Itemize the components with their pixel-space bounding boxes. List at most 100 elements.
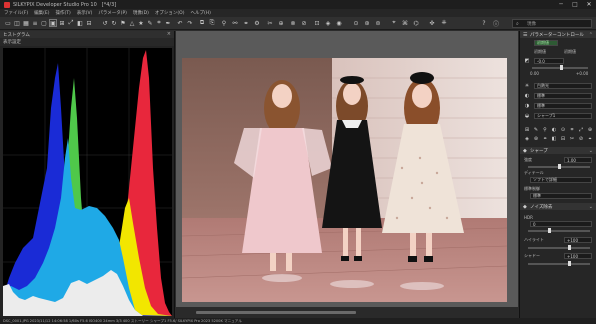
tab-right[interactable]: 初期値 (564, 49, 576, 55)
view-compare-icon[interactable]: ▣ (49, 19, 57, 27)
search-box[interactable]: ⌕ 現像 (512, 19, 592, 28)
tool-grid-16-icon[interactable]: ⌖ (587, 136, 593, 142)
tool-grid-11-icon[interactable]: ⚭ (542, 136, 548, 142)
tool-grid-6-icon[interactable]: ⌗ (569, 127, 575, 133)
tool-p-icon[interactable]: ⌘ (401, 19, 409, 27)
tool-k-icon[interactable]: ◉ (335, 19, 343, 27)
tool-l-icon[interactable]: ⊙ (352, 19, 360, 27)
tool-m-icon[interactable]: ⊛ (363, 19, 371, 27)
exposure-slider-knob[interactable] (560, 65, 563, 70)
menu-view[interactable]: 表示(V) (77, 10, 93, 16)
tool-grid-4-icon[interactable]: ◐ (551, 127, 557, 133)
color-dropdown[interactable]: 標準 (534, 103, 592, 109)
grid-icon[interactable]: ▦ (22, 19, 30, 27)
highlight-slider-knob[interactable] (568, 245, 571, 250)
tool-s-icon[interactable]: ⎈ (440, 19, 448, 27)
noise-dropdown[interactable]: 標準 (530, 193, 592, 199)
brush-icon[interactable]: ✎ (146, 19, 154, 27)
tool-grid-15-icon[interactable]: ⊘ (578, 136, 584, 142)
folder-icon[interactable]: ▭ (4, 19, 12, 27)
tool-grid-5-icon[interactable]: ⊙ (560, 127, 566, 133)
shadow-slider-knob[interactable] (568, 261, 571, 266)
menu-help[interactable]: ヘルプ(H) (190, 10, 210, 16)
maximize-icon[interactable]: □ (568, 0, 582, 9)
shadow-field[interactable]: +100 (564, 253, 592, 259)
chevron-up-icon[interactable]: ⌃ (589, 32, 593, 38)
save-icon[interactable]: ◫ (13, 19, 21, 27)
chevron-down-icon[interactable]: ⌄ (589, 204, 593, 210)
fullscreen-icon[interactable]: ⤢ (67, 19, 75, 27)
tool-grid-12-icon[interactable]: ◧ (551, 136, 557, 142)
close-icon[interactable]: ✕ (582, 0, 596, 9)
noise-section-header[interactable]: ◆ ノイズ除去 ⌄ (520, 203, 596, 210)
highlight-slider[interactable] (528, 245, 590, 250)
list-icon[interactable]: ≡ (31, 19, 39, 27)
tool-q-icon[interactable]: ⌬ (412, 19, 420, 27)
paste-icon[interactable]: ⎘ (208, 19, 216, 27)
tool-c-icon[interactable]: ⚭ (242, 19, 250, 27)
sharpness-section-header[interactable]: ◆ シャープ ⌄ (520, 147, 596, 154)
redo-icon[interactable]: ↷ (186, 19, 194, 27)
menu-operate[interactable]: 操作(T) (55, 10, 70, 16)
sharpness-field[interactable]: 1.00 (564, 157, 592, 163)
view-single-icon[interactable]: ▢ (40, 19, 48, 27)
info-icon[interactable]: ⓘ (492, 19, 500, 28)
multi-view-icon[interactable]: ⊟ (85, 19, 93, 27)
shadow-slider[interactable] (528, 261, 590, 266)
menu-file[interactable]: ファイル(F) (4, 10, 28, 16)
tool-o-icon[interactable]: ⌖ (390, 19, 398, 27)
tab-left[interactable]: 初期値 (534, 49, 546, 55)
tool-h-icon[interactable]: ⊘ (300, 19, 308, 27)
scroll-thumb[interactable] (196, 311, 356, 314)
sharpness-slider[interactable] (528, 164, 590, 169)
tool-grid-3-icon[interactable]: ⚲ (542, 127, 548, 133)
menu-option[interactable]: オプション(O) (155, 10, 185, 16)
tool-grid-14-icon[interactable]: ✂ (569, 136, 575, 142)
eyedropper-icon[interactable]: ✒ (164, 19, 172, 27)
tool-a-icon[interactable]: ⚲ (220, 19, 228, 27)
tool-grid-1-icon[interactable]: ⊞ (524, 127, 530, 133)
preset-dropdown[interactable]: 初期値 (534, 40, 558, 46)
tone-dropdown[interactable]: 標準 (534, 93, 592, 99)
tool-r-icon[interactable]: ✜ (428, 19, 436, 27)
copy-icon[interactable]: ⧉ (198, 19, 206, 27)
white-balance-dropdown[interactable]: 白熱光 (534, 83, 592, 89)
dual-view-icon[interactable]: ◧ (76, 19, 84, 27)
sharpness-slider-knob[interactable] (558, 164, 561, 169)
tool-grid-13-icon[interactable]: ⊟ (560, 136, 566, 142)
help-icon[interactable]: ? (480, 19, 488, 27)
horizontal-scrollbar[interactable] (176, 307, 518, 318)
crop-icon[interactable]: ⌗ (155, 19, 163, 27)
style-dropdown[interactable]: シャープ1 (534, 113, 592, 119)
rotate-left-icon[interactable]: ↺ (101, 19, 109, 27)
tool-g-icon[interactable]: ⊗ (289, 19, 297, 27)
tool-e-icon[interactable]: ✂ (266, 19, 274, 27)
tool-grid-2-icon[interactable]: ✎ (533, 127, 539, 133)
tool-d-icon[interactable]: ⚙ (253, 19, 261, 27)
hdr-slider-knob[interactable] (548, 228, 551, 233)
warning-icon[interactable]: △ (128, 19, 136, 27)
tool-j-icon[interactable]: ◈ (324, 19, 332, 27)
menu-develop[interactable]: 現像(D) (133, 10, 149, 16)
tool-n-icon[interactable]: ⊜ (374, 19, 382, 27)
undo-icon[interactable]: ↶ (176, 19, 184, 27)
star-icon[interactable]: ★ (137, 19, 145, 27)
chevron-down-icon[interactable]: ⌄ (589, 148, 593, 154)
menu-parameter[interactable]: パラメータ(P) (98, 10, 127, 16)
detail-dropdown[interactable]: ソフトで詳細 (530, 177, 592, 183)
tool-f-icon[interactable]: ⊕ (277, 19, 285, 27)
photo-preview[interactable] (182, 58, 507, 302)
tool-grid-8-icon[interactable]: ⊕ (587, 127, 593, 133)
preview-canvas[interactable] (176, 31, 518, 307)
rotate-right-icon[interactable]: ↻ (110, 19, 118, 27)
flag-icon[interactable]: ⚑ (119, 19, 127, 27)
tool-grid-10-icon[interactable]: ⊛ (533, 136, 539, 142)
hdr-slider[interactable] (528, 228, 590, 233)
tool-grid-7-icon[interactable]: ⤢ (578, 127, 584, 133)
highlight-field[interactable]: +100 (564, 237, 592, 243)
minimize-icon[interactable]: ─ (554, 0, 568, 9)
tool-b-icon[interactable]: ⚯ (231, 19, 239, 27)
parameter-panel-header[interactable]: ☰ パラメーターコントロール ⌃ (520, 31, 596, 38)
tool-grid-9-icon[interactable]: ◈ (524, 136, 530, 142)
tool-i-icon[interactable]: ⊡ (313, 19, 321, 27)
